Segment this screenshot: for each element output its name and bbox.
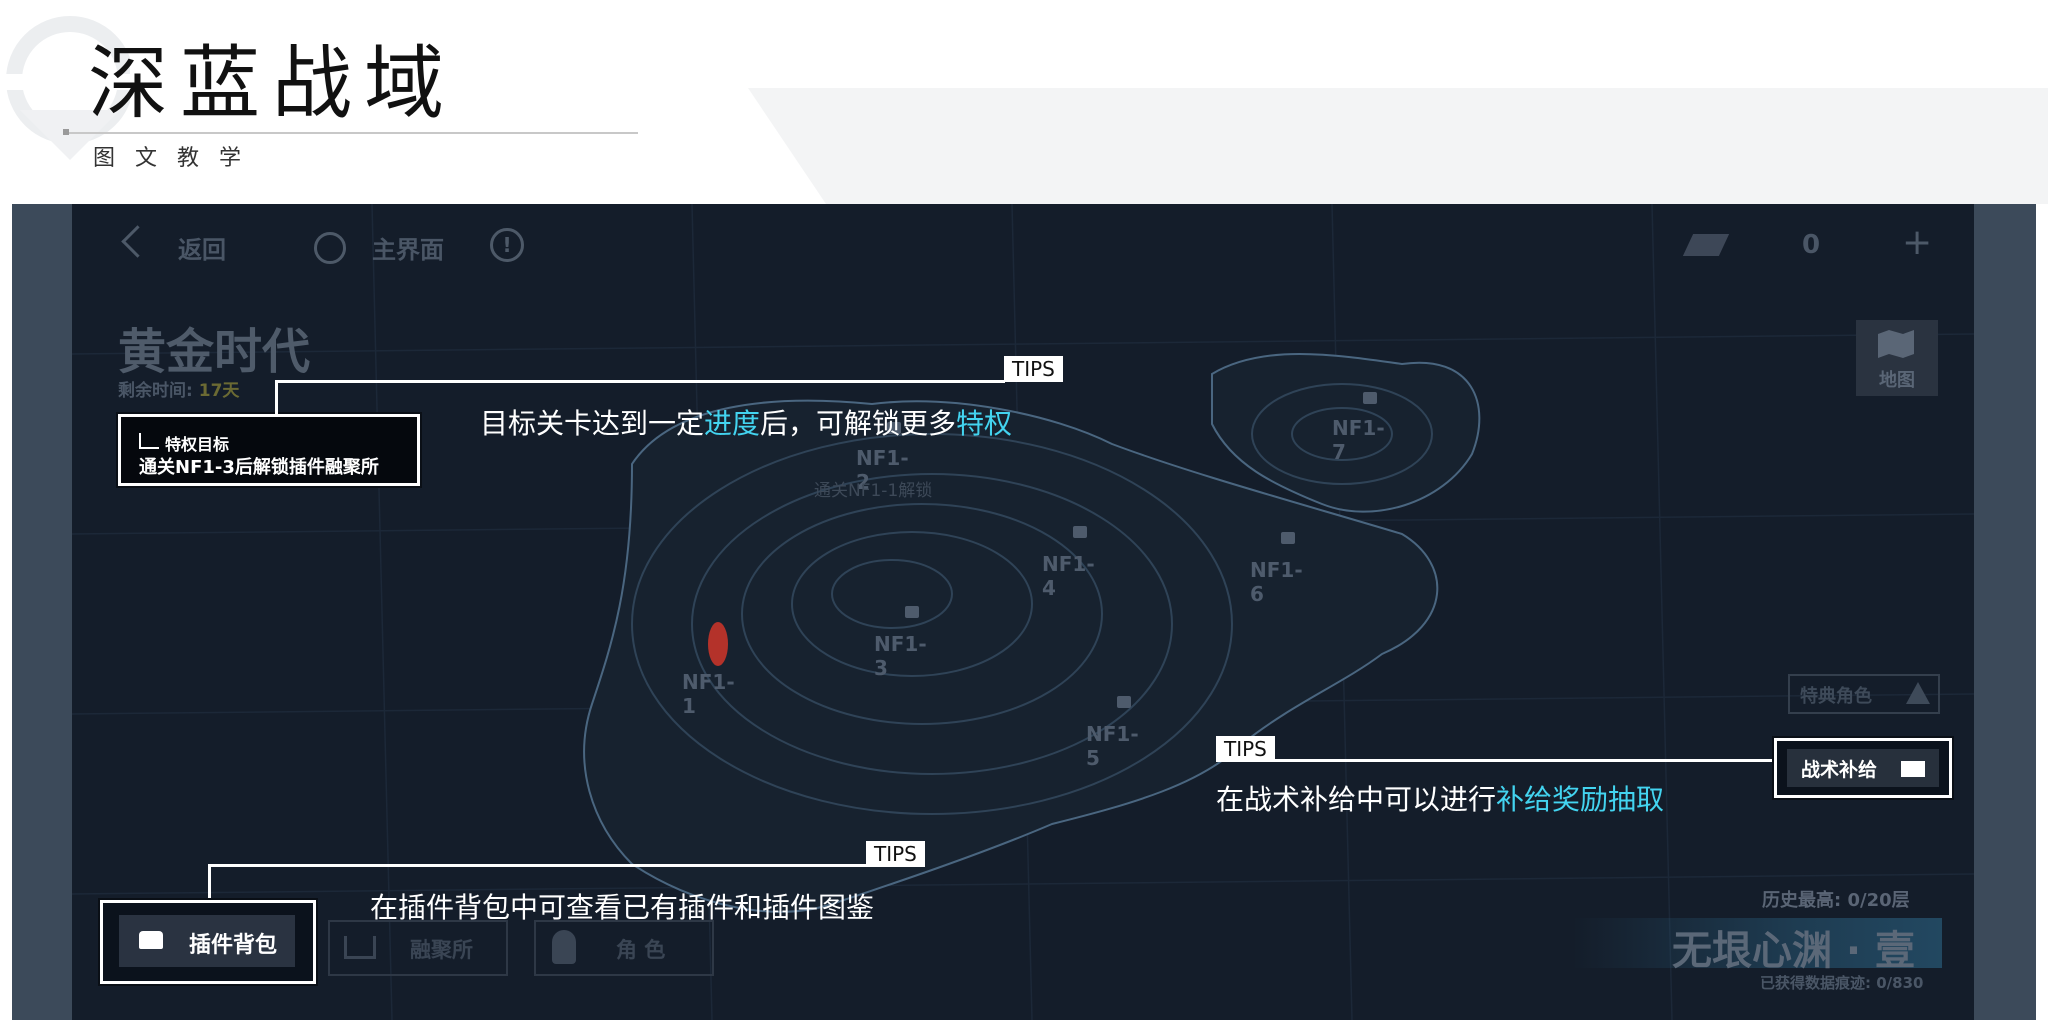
fusion-label: 融聚所	[410, 938, 473, 962]
stage-label: NF1-1	[682, 670, 735, 718]
tip-text-part: 在战术补给中可以进行	[1216, 783, 1497, 816]
lock-icon	[905, 606, 919, 618]
bag-icon	[139, 931, 163, 949]
map-icon	[1878, 330, 1914, 358]
map-button-label: 地图	[1879, 370, 1915, 391]
exclusive-role-label: 特典角色	[1800, 686, 1872, 707]
title-divider	[66, 132, 638, 134]
game-screen: 返回 主界面 ! 0 + 黄金时代 剩余时间: 17天 地图 NF1-1 NF1…	[72, 204, 1974, 1020]
remaining-time-label: 剩余时间:	[118, 381, 193, 401]
stage-unlock-note: 通关NF1-1解锁	[814, 481, 933, 501]
tip-connector	[275, 380, 278, 416]
event-title: 黄金时代	[118, 324, 311, 380]
tips-tag: TIPS	[866, 841, 925, 867]
supply-crate-icon	[1901, 761, 1925, 777]
abyss-records: 已获得数据痕迹: 0/830	[1760, 974, 1924, 992]
lock-icon	[1117, 696, 1131, 708]
page-title: 深蓝战域	[88, 37, 456, 130]
role-label: 角 色	[616, 938, 666, 962]
info-icon[interactable]: !	[490, 228, 524, 262]
tip-connector	[1216, 759, 1776, 762]
home-button[interactable]: 主界面	[372, 230, 444, 265]
tactical-supply-inner: 战术补给	[1787, 749, 1939, 787]
back-button[interactable]: 返回	[178, 230, 226, 265]
flag-icon	[139, 433, 159, 449]
map-button[interactable]: 地图	[1856, 320, 1938, 396]
privilege-heading: 特权目标	[165, 435, 230, 454]
stage-label: NF1-7	[1332, 416, 1385, 464]
home-icon[interactable]	[314, 232, 346, 264]
role-emblem-icon	[1906, 682, 1930, 704]
tip-highlight: 特权	[956, 407, 1013, 440]
add-icon[interactable]: +	[1902, 222, 1932, 263]
stage-label: NF1-6	[1250, 558, 1303, 606]
tip-highlight: 进度	[704, 407, 761, 440]
stage-label: NF1-3	[874, 632, 927, 680]
tip-connector	[208, 864, 211, 902]
lock-icon	[1363, 392, 1377, 404]
stage-label: NF1-4	[1042, 552, 1095, 600]
plugin-bag-button[interactable]: 插件背包	[100, 900, 316, 984]
tip-text-part: 目标关卡达到一定	[480, 407, 705, 440]
tip-text-privilege: 目标关卡达到一定进度后，可解锁更多特权	[480, 402, 1012, 442]
currency-value: 0	[1802, 230, 1821, 260]
cart-icon	[344, 936, 376, 959]
plugin-bag-inner: 插件背包	[119, 915, 295, 967]
exclusive-role-button[interactable]: 特典角色	[1788, 674, 1940, 714]
role-button[interactable]: 角 色	[534, 920, 714, 976]
header-background-shape	[748, 88, 2048, 204]
fusion-button[interactable]: 融聚所	[328, 920, 508, 976]
tip-connector	[208, 864, 868, 867]
tip-highlight: 补给奖励抽取	[1496, 783, 1665, 816]
plugin-bag-label: 插件背包	[189, 933, 278, 958]
tips-tag: TIPS	[1004, 356, 1063, 382]
privilege-target-box[interactable]: 特权目标 通关NF1-3后解锁插件融聚所	[118, 414, 420, 486]
tip-text-bag: 在插件背包中可查看已有插件和插件图鉴	[370, 891, 875, 924]
tip-text-supply: 在战术补给中可以进行补给奖励抽取	[1216, 778, 1664, 818]
abyss-name[interactable]: 无垠心渊 · 壹	[1672, 918, 1915, 976]
page-subtitle: 图文教学	[93, 146, 262, 171]
title-divider-dot	[63, 129, 69, 135]
lock-icon	[1281, 532, 1295, 544]
person-icon	[552, 930, 576, 964]
privilege-description: 通关NF1-3后解锁插件融聚所	[139, 457, 379, 478]
tip-text-part: 后，可解锁更多	[760, 407, 957, 440]
remaining-time-value: 17天	[198, 381, 240, 401]
tactical-supply-button[interactable]: 战术补给	[1774, 738, 1952, 798]
abyss-best-record: 历史最高: 0/20层	[1762, 890, 1910, 911]
island-map	[72, 204, 1974, 1020]
remaining-time: 剩余时间: 17天	[118, 376, 239, 401]
stage-label: NF1-5	[1086, 722, 1139, 770]
lock-icon	[1073, 526, 1087, 538]
tip-connector	[275, 380, 1005, 383]
tactical-supply-label: 战术补给	[1801, 759, 1878, 781]
